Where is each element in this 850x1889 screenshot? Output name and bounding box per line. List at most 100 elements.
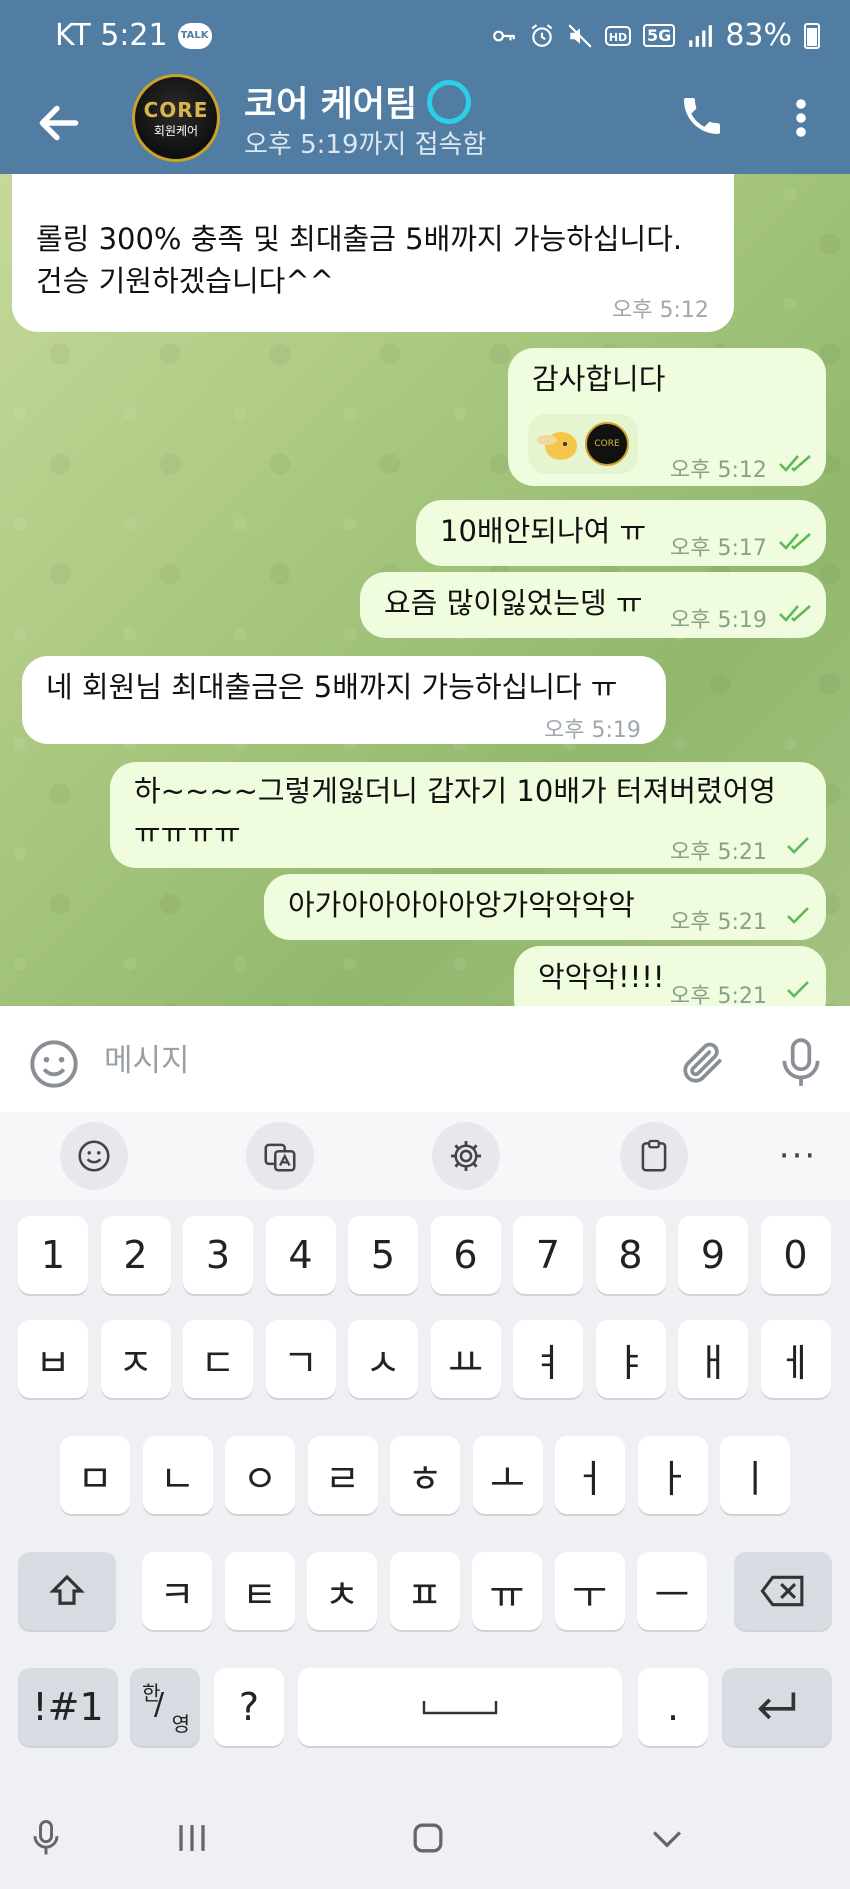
message-text: 네 회원님 3만쿠폰 넣어드렸습니다! 롤링 300% 충족 및 최대출금 5배…	[36, 222, 683, 298]
shift-key[interactable]	[18, 1552, 116, 1630]
message-bubble[interactable]: 아가아아아아아앙가악악악악 오후 5:21	[264, 874, 826, 940]
key-letter[interactable]: ㅂ	[18, 1320, 88, 1398]
clipboard-icon	[641, 1139, 667, 1172]
microphone-icon[interactable]	[776, 1036, 826, 1090]
key-letter[interactable]: ㅛ	[430, 1320, 501, 1398]
mute-icon	[568, 23, 592, 48]
key-letter[interactable]: ㅏ	[637, 1436, 708, 1514]
chat-history[interactable]: 네 회원님 3만쿠폰 넣어드렸습니다! 롤링 300% 충족 및 최대출금 5배…	[0, 174, 850, 1006]
message-time: 오후 5:12	[670, 458, 767, 483]
message-bubble[interactable]: 10배안되나여 ㅠ 오후 5:17	[416, 500, 826, 566]
back-arrow-icon[interactable]	[34, 98, 84, 148]
key-letter[interactable]: ㅕ	[513, 1320, 583, 1398]
recent-apps-icon[interactable]	[168, 1816, 216, 1860]
key-letter[interactable]: ㅑ	[595, 1320, 666, 1398]
message-bubble[interactable]: 네 회원님 3만쿠폰 넣어드렸습니다! 롤링 300% 충족 및 최대출금 5배…	[12, 174, 734, 332]
key-letter[interactable]: ㅗ	[472, 1436, 543, 1514]
message-bubble[interactable]: 요즘 많이잃었는뎅 ㅠ 오후 5:19	[360, 572, 826, 638]
key-letter[interactable]: ㅁ	[60, 1436, 130, 1514]
message-text: 요즘 많이잃었는뎅 ㅠ	[384, 586, 643, 620]
key-letter[interactable]: ㅌ	[224, 1552, 295, 1630]
voice-input-icon[interactable]	[22, 1816, 70, 1860]
double-check-icon	[779, 605, 811, 622]
key-letter[interactable]: ㅋ	[142, 1552, 212, 1630]
keyboard-more-button[interactable]: ···	[764, 1122, 832, 1190]
key-letter[interactable]: ㅡ	[637, 1552, 707, 1630]
chat-title[interactable]: 코어 케어팀	[244, 76, 472, 127]
message-bubble[interactable]: 악악악!!!! 오후 5:21	[514, 946, 826, 1006]
message-composer	[0, 1006, 850, 1112]
message-bubble[interactable]: 네 회원님 최대출금은 5배까지 가능하십니다 ㅠ 오후 5:19	[22, 656, 666, 744]
home-icon[interactable]	[404, 1816, 452, 1860]
message-text: 네 회원님 최대출금은 5배까지 가능하십니다 ㅠ	[46, 670, 618, 704]
key-number[interactable]: 7	[513, 1216, 583, 1294]
key-number[interactable]: 9	[678, 1216, 748, 1294]
key-letter[interactable]: ㅅ	[348, 1320, 418, 1398]
key-letter[interactable]: ㅣ	[720, 1436, 790, 1514]
hide-keyboard-icon[interactable]	[643, 1816, 691, 1860]
key-number[interactable]: 1	[18, 1216, 88, 1294]
key-letter[interactable]: ㅠ	[472, 1552, 542, 1630]
backspace-icon	[760, 1575, 804, 1607]
key-number[interactable]: 0	[760, 1216, 831, 1294]
battery-percent: 83%	[725, 18, 792, 53]
key-number[interactable]: 5	[348, 1216, 418, 1294]
double-check-icon	[779, 533, 811, 550]
language-switch-key[interactable]: 한 / 영	[130, 1668, 200, 1746]
alarm-icon	[531, 23, 553, 47]
keyboard-emoji-button[interactable]	[60, 1122, 128, 1190]
system-navigation-bar	[0, 1788, 850, 1889]
enter-icon	[758, 1692, 796, 1720]
avatar-logo-subtext: 회원케어	[153, 123, 199, 138]
double-check-icon	[779, 455, 811, 472]
key-letter[interactable]: ㅍ	[389, 1552, 460, 1630]
period-key[interactable]: .	[638, 1668, 708, 1746]
key-icon	[493, 30, 515, 41]
question-key[interactable]: ?	[214, 1668, 284, 1746]
backspace-key[interactable]	[734, 1552, 832, 1630]
key-letter[interactable]: ㅓ	[555, 1436, 625, 1514]
rabbit-emoji-icon	[537, 432, 577, 460]
message-bubble[interactable]: 감사합니다 CORE 오후 5:12	[508, 348, 826, 486]
key-number[interactable]: 6	[430, 1216, 501, 1294]
last-seen-status: 오후 5:19까지 접속함	[244, 130, 487, 160]
smile-icon	[78, 1140, 110, 1172]
message-input[interactable]	[104, 1036, 644, 1086]
key-letter[interactable]: ㄴ	[142, 1436, 213, 1514]
enter-key[interactable]	[722, 1668, 832, 1746]
key-letter[interactable]: ㄹ	[307, 1436, 378, 1514]
key-letter[interactable]: ㅊ	[307, 1552, 377, 1630]
carrier-time: KT 5:21	[55, 18, 168, 53]
keyboard-clipboard-button[interactable]	[620, 1122, 688, 1190]
key-letter[interactable]: ㅎ	[390, 1436, 460, 1514]
message-time: 오후 5:12	[612, 298, 709, 323]
symbols-key[interactable]: !#1	[18, 1668, 118, 1746]
key-letter[interactable]: ㅜ	[554, 1552, 625, 1630]
key-number[interactable]: 4	[265, 1216, 336, 1294]
message-text: 10배안되나여 ㅠ	[440, 514, 647, 548]
more-vertical-icon[interactable]	[784, 94, 818, 142]
status-bar: KT 5:21 TALK HD 5G 83%	[0, 0, 850, 72]
keyboard-translate-button[interactable]	[246, 1122, 314, 1190]
gear-icon	[450, 1140, 482, 1172]
key-number[interactable]: 8	[595, 1216, 666, 1294]
key-letter[interactable]: ㄱ	[265, 1320, 336, 1398]
phone-call-icon[interactable]	[678, 92, 726, 140]
sticker-preview[interactable]: CORE	[528, 414, 638, 474]
key-letter[interactable]: ㄷ	[183, 1320, 253, 1398]
key-letter[interactable]: ㅐ	[678, 1320, 748, 1398]
avatar[interactable]: CORE 회원케어	[132, 74, 220, 162]
message-text: 감사합니다	[532, 362, 666, 396]
emoji-icon[interactable]	[28, 1038, 80, 1090]
key-letter[interactable]: ㅇ	[225, 1436, 295, 1514]
attach-paperclip-icon[interactable]	[678, 1038, 728, 1088]
keyboard-settings-button[interactable]	[432, 1122, 500, 1190]
key-letter[interactable]: ㅈ	[100, 1320, 171, 1398]
space-key[interactable]	[298, 1668, 622, 1746]
key-number[interactable]: 2	[100, 1216, 171, 1294]
message-bubble[interactable]: 하~~~~그렇게잃더니 갑자기 10배가 터져버렸어영 ㅠㅠㅠㅠ 오후 5:21	[110, 762, 826, 868]
network-type: 5G	[643, 24, 676, 47]
key-letter[interactable]: ㅔ	[760, 1320, 831, 1398]
core-logo-icon: CORE	[585, 422, 629, 466]
key-number[interactable]: 3	[183, 1216, 253, 1294]
